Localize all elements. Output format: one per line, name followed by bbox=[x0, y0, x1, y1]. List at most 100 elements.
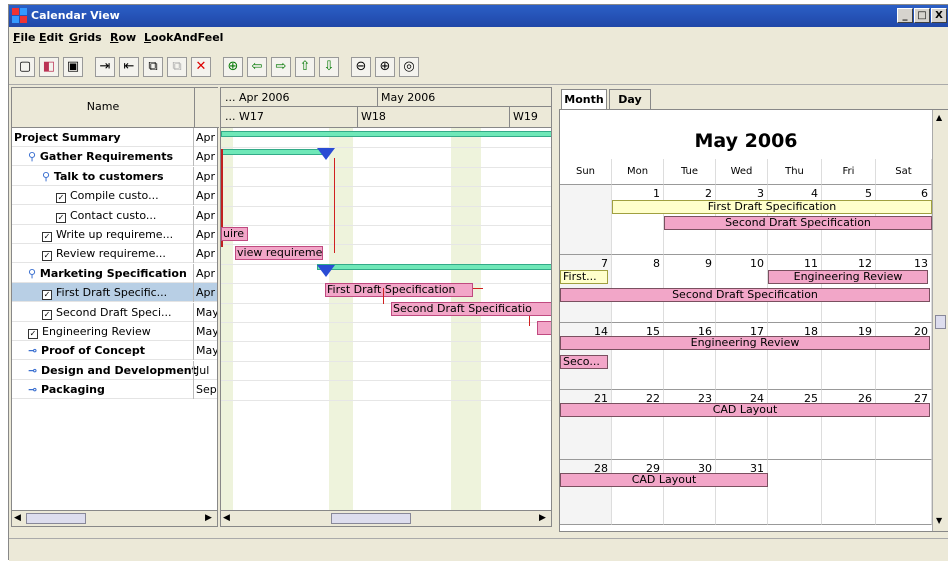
save-icon[interactable]: ▣ bbox=[63, 57, 83, 77]
day-cell[interactable]: 21 bbox=[560, 390, 612, 460]
day-cell[interactable]: 1 bbox=[612, 185, 664, 255]
day-cell[interactable] bbox=[822, 460, 876, 525]
tree-hscrollbar[interactable]: ◀ ▶ bbox=[12, 510, 217, 526]
calendar-event[interactable]: Seco... bbox=[560, 355, 608, 369]
tree-row[interactable]: ⊸ Packaging Sep bbox=[12, 380, 217, 400]
move-up-icon[interactable]: ⇧ bbox=[295, 57, 315, 77]
day-cell[interactable]: 17 bbox=[716, 323, 768, 390]
scroll-thumb[interactable] bbox=[26, 513, 86, 524]
summary-bar[interactable] bbox=[221, 131, 551, 137]
summary-bar[interactable] bbox=[317, 264, 551, 270]
day-cell[interactable]: 18 bbox=[768, 323, 822, 390]
tree-row[interactable]: ⊸ Design and Development Jul bbox=[12, 360, 217, 380]
outdent-icon[interactable]: ⇤ bbox=[119, 57, 139, 77]
tree-row[interactable]: ⚲ Talk to customers Apr bbox=[12, 166, 217, 186]
expand-handle-icon[interactable]: ⚲ bbox=[42, 170, 54, 183]
day-cell[interactable]: 20 bbox=[876, 323, 932, 390]
zoom-fit-icon[interactable]: ◎ bbox=[399, 57, 419, 77]
tree-row[interactable]: ⊸ Proof of Concept May bbox=[12, 341, 217, 361]
maximize-button[interactable]: □ bbox=[914, 8, 930, 23]
tree-row[interactable]: Project Summary Apr bbox=[12, 128, 217, 147]
tree-row[interactable]: ⚲ Gather Requirements Apr bbox=[12, 147, 217, 167]
scroll-thumb[interactable] bbox=[331, 513, 411, 524]
milestone-marker[interactable] bbox=[317, 265, 335, 277]
day-cell[interactable] bbox=[560, 185, 612, 255]
zoom-out-icon[interactable]: ⊖ bbox=[351, 57, 371, 77]
scroll-thumb[interactable] bbox=[935, 315, 946, 329]
expand-handle-icon[interactable]: ⚲ bbox=[28, 150, 40, 163]
day-cell[interactable]: 25 bbox=[768, 390, 822, 460]
day-cell[interactable]: 15 bbox=[612, 323, 664, 390]
calendar-event[interactable]: CAD Layout bbox=[560, 473, 768, 487]
tab-day[interactable]: Day bbox=[609, 89, 651, 110]
calendar-event[interactable]: CAD Layout bbox=[560, 403, 930, 417]
day-cell[interactable]: 23 bbox=[664, 390, 716, 460]
gantt-hscrollbar[interactable]: ◀ ▶ bbox=[221, 510, 551, 526]
scroll-left-icon[interactable]: ◀ bbox=[14, 513, 21, 523]
day-cell[interactable]: 29 bbox=[612, 460, 664, 525]
move-down-icon[interactable]: ⇩ bbox=[319, 57, 339, 77]
gantt-task-bar[interactable]: uire bbox=[221, 227, 248, 241]
menu-grids[interactable]: Grids bbox=[69, 31, 102, 44]
day-cell[interactable]: 26 bbox=[822, 390, 876, 460]
collapse-handle-icon[interactable]: ⊸ bbox=[28, 364, 41, 377]
scroll-left-icon[interactable]: ◀ bbox=[223, 513, 230, 523]
collapse-handle-icon[interactable]: ⊸ bbox=[28, 383, 41, 396]
tab-month[interactable]: Month bbox=[561, 89, 607, 110]
zoom-in-icon[interactable]: ⊕ bbox=[375, 57, 395, 77]
unlink-icon[interactable]: ⧉ bbox=[167, 57, 187, 77]
calendar-event[interactable]: Engineering Review bbox=[768, 270, 928, 284]
day-cell[interactable]: 19 bbox=[822, 323, 876, 390]
day-cell[interactable]: 22 bbox=[612, 390, 664, 460]
link-icon[interactable]: ⧉ bbox=[143, 57, 163, 77]
gantt-task-bar[interactable]: Second Draft Specificatio bbox=[391, 302, 551, 316]
tree-row[interactable]: ✓ Contact custo... Apr bbox=[12, 205, 217, 225]
tree-row[interactable]: ✓ First Draft Specific... Apr bbox=[12, 283, 217, 303]
name-column-header[interactable]: Name bbox=[12, 88, 195, 128]
gantt-task-bar[interactable]: First Draft Specification bbox=[325, 283, 473, 297]
scroll-right-icon[interactable]: ▶ bbox=[539, 513, 546, 523]
tree-row[interactable]: ⚲ Marketing Specification Apr bbox=[12, 263, 217, 283]
expand-handle-icon[interactable]: ⚲ bbox=[28, 267, 40, 280]
day-cell[interactable] bbox=[768, 460, 822, 525]
menu-lookandfeel[interactable]: LookAndFeel bbox=[144, 31, 223, 44]
scroll-right-icon[interactable]: ▶ bbox=[205, 513, 212, 523]
new-icon[interactable]: ▢ bbox=[15, 57, 35, 77]
close-button[interactable]: X bbox=[931, 8, 947, 23]
insert-row-icon[interactable]: ⊕ bbox=[223, 57, 243, 77]
day-cell[interactable]: 27 bbox=[876, 390, 932, 460]
indent-icon[interactable]: ⇥ bbox=[95, 57, 115, 77]
calendar-event[interactable]: First Draft Specification bbox=[612, 200, 932, 214]
tree-row[interactable]: ✓ Review requireme... Apr bbox=[12, 244, 217, 264]
summary-bar[interactable] bbox=[221, 149, 327, 155]
tree-row[interactable]: ✓ Engineering Review May bbox=[12, 322, 217, 341]
day-cell[interactable]: 28 bbox=[560, 460, 612, 525]
delete-icon[interactable]: ✕ bbox=[191, 57, 211, 77]
gantt-task-bar[interactable] bbox=[537, 321, 551, 335]
menu-file[interactable]: File bbox=[13, 31, 36, 44]
calendar-event[interactable]: Engineering Review bbox=[560, 336, 930, 350]
day-cell[interactable]: 31 bbox=[716, 460, 768, 525]
tree-row[interactable]: ✓ Write up requireme... Apr bbox=[12, 225, 217, 244]
day-cell[interactable]: 24 bbox=[716, 390, 768, 460]
gantt-task-bar[interactable]: view requireme bbox=[235, 246, 323, 260]
day-cell[interactable] bbox=[876, 460, 932, 525]
calendar-event[interactable]: Second Draft Specification bbox=[664, 216, 932, 230]
collapse-handle-icon[interactable]: ⊸ bbox=[28, 344, 41, 357]
menu-row[interactable]: Row bbox=[110, 31, 136, 44]
calendar-event[interactable]: First... bbox=[560, 270, 608, 284]
move-right-icon[interactable]: ⇨ bbox=[271, 57, 291, 77]
calendar-event[interactable]: Second Draft Specification bbox=[560, 288, 930, 302]
minimize-button[interactable]: _ bbox=[897, 8, 913, 23]
milestone-marker[interactable] bbox=[317, 148, 335, 160]
menu-edit[interactable]: Edit bbox=[39, 31, 63, 44]
tree-row[interactable]: ✓ Compile custo... Apr bbox=[12, 186, 217, 206]
scroll-up-icon[interactable]: ▲ bbox=[936, 113, 942, 122]
day-cell[interactable]: 16 bbox=[664, 323, 716, 390]
day-cell[interactable]: 30 bbox=[664, 460, 716, 525]
open-icon[interactable]: ◧ bbox=[39, 57, 59, 77]
scroll-down-icon[interactable]: ▼ bbox=[936, 516, 942, 525]
move-left-icon[interactable]: ⇦ bbox=[247, 57, 267, 77]
tree-row[interactable]: ✓ Second Draft Speci... May bbox=[12, 302, 217, 322]
calendar-vscrollbar[interactable]: ▲ ▼ bbox=[932, 110, 948, 531]
